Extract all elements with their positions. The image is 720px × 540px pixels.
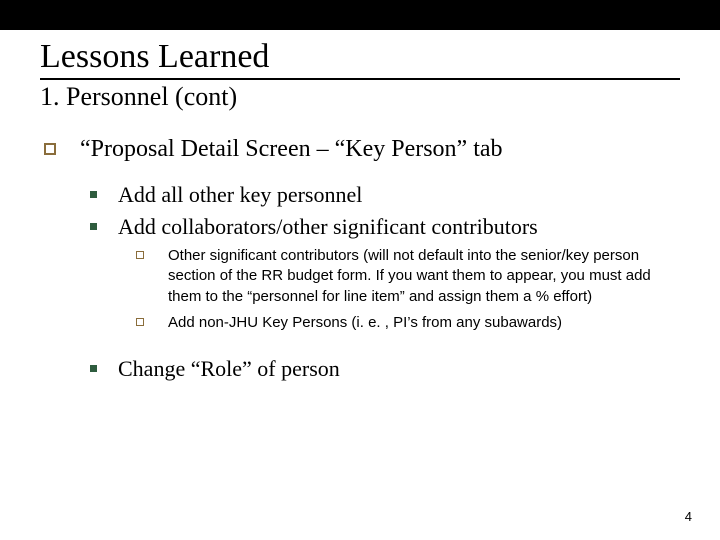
list-item-text: Change “Role” of person	[118, 356, 340, 381]
list-item-text: Add collaborators/other significant cont…	[118, 214, 538, 239]
list-item-text: Other significant contributors (will not…	[168, 247, 651, 305]
list-item-text: Add non-JHU Key Persons (i. e. , PI’s fr…	[168, 314, 562, 331]
list-item: Add non-JHU Key Persons (i. e. , PI’s fr…	[118, 313, 680, 333]
slide-title: Lessons Learned	[40, 38, 680, 76]
slide-subtitle: 1. Personnel (cont)	[40, 82, 680, 112]
filled-square-icon	[90, 223, 97, 230]
list-item: Add all other key personnel	[80, 181, 680, 209]
list-item-text: Add all other key personnel	[118, 182, 362, 207]
list-item: Add collaborators/other significant cont…	[80, 213, 680, 334]
bullet-list-level3: Other significant contributors (will not…	[118, 246, 680, 333]
slide-content: Lessons Learned 1. Personnel (cont) “Pro…	[0, 38, 720, 383]
hollow-square-icon	[136, 318, 144, 326]
list-item-text: “Proposal Detail Screen – “Key Person” t…	[80, 136, 503, 162]
filled-square-icon	[90, 365, 97, 372]
page-number: 4	[685, 509, 692, 524]
top-bar	[0, 0, 720, 30]
hollow-square-icon	[136, 251, 144, 259]
filled-square-icon	[90, 191, 97, 198]
hollow-square-icon	[44, 143, 56, 155]
list-item: Other significant contributors (will not…	[118, 246, 680, 307]
list-item: “Proposal Detail Screen – “Key Person” t…	[40, 136, 680, 383]
list-item: Change “Role” of person	[80, 355, 680, 383]
title-rule	[40, 78, 680, 80]
bullet-list-level2: Add all other key personnel Add collabor…	[80, 181, 680, 383]
bullet-list-level1: “Proposal Detail Screen – “Key Person” t…	[40, 136, 680, 383]
